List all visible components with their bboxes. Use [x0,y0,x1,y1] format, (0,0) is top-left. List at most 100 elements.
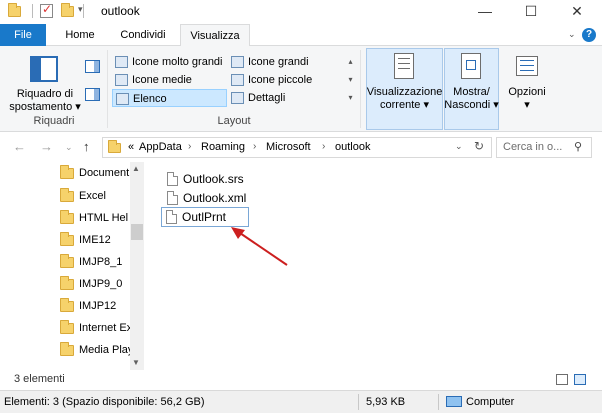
search-input[interactable]: Cerca in o... ⚲ [496,137,592,158]
file-name-edit[interactable]: OutlPrnt [182,210,226,224]
navigation-pane[interactable]: Document Excel HTML Hel IME12 IMJP8_1 IM… [0,162,145,370]
layout-large-icons[interactable]: Icone grandi [228,53,344,71]
file-icon [167,172,178,186]
tab-view[interactable]: Visualizza [180,24,250,47]
breadcrumb-overflow[interactable]: « [128,141,134,153]
details-bar: Elementi: 3 (Spazio disponibile: 56,2 GB… [0,390,602,413]
customize-toolbar-icon[interactable]: ▾ [78,4,83,15]
forward-icon[interactable]: → [40,139,53,154]
nav-item-label: HTML Hel [79,212,129,224]
folder-icon [60,210,74,224]
layout-scroll[interactable]: ▴ ▾ ▾ [345,53,356,107]
show-hide-label-2: Nascondi [444,99,491,111]
options-button[interactable]: Opzioni ▾ [503,86,551,112]
file-name: Outlook.xml [183,191,247,205]
file-icon [166,210,177,224]
details-icon [231,92,244,104]
file-item-outlook-xml[interactable]: Outlook.xml [165,189,255,208]
show-hide-label-1: Mostra/ [453,86,490,98]
tab-share[interactable]: Condividi [108,24,178,46]
help-icon[interactable]: ? [582,28,596,42]
nav-item-ime12[interactable]: IME12 [60,230,130,252]
breadcrumb-roaming[interactable]: Roaming [201,141,245,153]
medium-icons-icon [115,74,128,86]
properties-icon[interactable]: ✓ [40,2,53,18]
navigation-pane-icon[interactable] [30,56,58,82]
nav-item-label: IME12 [79,234,111,246]
search-icon[interactable]: ⚲ [574,140,582,153]
file-list[interactable]: Outlook.srs Outlook.xml OutlPrnt [145,162,602,370]
address-row: ← → ⌄ ↑ « AppData › Roaming › Microsoft … [0,132,602,162]
layout-medium-icons[interactable]: Icone medie [112,71,228,89]
item-count: 3 elementi [14,373,65,385]
nav-item-label: IMJP8_1 [79,256,123,268]
tab-file[interactable]: File [0,24,46,46]
back-icon[interactable]: ← [13,139,26,154]
separator [32,4,33,18]
nav-item-imjp9[interactable]: IMJP9_0 [60,274,130,296]
breadcrumb-microsoft[interactable]: Microsoft [266,141,311,153]
selection-details: Elementi: 3 (Spazio disponibile: 56,2 GB… [4,396,205,408]
ribbon: Riquadro di spostamento ▾ Riquadri Icone… [0,46,602,132]
address-bar[interactable]: « AppData › Roaming › Microsoft › outloo… [102,137,492,158]
ribbon-tabs: File Home Condividi Visualizza ⌄ ? [0,24,602,47]
preview-pane-icon[interactable] [85,60,100,73]
chevron-right-icon[interactable]: › [253,141,256,152]
layout-extra-large-icons[interactable]: Icone molto grandi [112,53,228,71]
nav-item-imjp8[interactable]: IMJP8_1 [60,252,130,274]
nav-item-media-player[interactable]: Media Play [60,340,131,362]
nav-pane-button[interactable]: spostamento ▾ [8,101,82,114]
folder-icon [8,3,21,17]
minimize-button[interactable]: — [462,0,508,22]
scroll-thumb[interactable] [131,224,143,240]
small-icons-icon [231,74,244,86]
new-folder-icon[interactable] [61,3,74,17]
layout-item-label: Elenco [133,93,167,105]
chevron-down-icon[interactable]: ⌄ [455,141,463,152]
nav-item-excel[interactable]: Excel [60,186,130,208]
details-view-icon[interactable] [556,374,568,385]
tab-home[interactable]: Home [54,24,106,46]
folder-icon [60,188,74,202]
nav-pane-label-1[interactable]: Riquadro di [8,88,82,101]
show-hide-label-2-wrap: Nascondi ▾ [444,99,499,111]
expand-ribbon-icon[interactable]: ⌄ [568,29,576,40]
nav-item-imjp12[interactable]: IMJP12 [60,296,130,318]
options-label: Opzioni [508,86,546,98]
chevron-right-icon[interactable]: › [322,141,325,152]
file-name: Outlook.srs [183,172,244,186]
group-label-panes: Riquadri [33,115,75,127]
chevron-right-icon[interactable]: › [188,141,191,152]
scroll-down-icon[interactable]: ▼ [132,358,140,367]
breadcrumb-outlook[interactable]: outlook [335,141,370,153]
status-bar: 3 elementi [0,370,602,390]
layout-list[interactable]: Elenco [112,89,227,107]
scroll-up-icon[interactable]: ▲ [132,164,140,173]
file-item-outlook-srs[interactable]: Outlook.srs [165,170,255,189]
nav-item-html-help[interactable]: HTML Hel [60,208,130,230]
separator [360,50,361,128]
refresh-icon[interactable]: ↻ [474,139,484,153]
nav-item-label: Excel [79,190,106,202]
nav-item-internet-explorer[interactable]: Internet Ex [60,318,131,340]
details-pane-icon[interactable] [85,88,100,101]
search-placeholder: Cerca in o... [503,141,563,153]
current-view-label-1: Visualizzazione [366,86,443,98]
up-icon[interactable]: ↑ [83,139,90,154]
folder-icon [60,254,74,268]
nav-item-document[interactable]: Document [60,163,130,185]
annotation-arrow-line [236,230,288,266]
maximize-button[interactable]: ☐ [508,0,554,22]
close-button[interactable]: ✕ [554,0,600,22]
breadcrumb-appdata[interactable]: AppData [139,141,182,153]
large-icons-view-icon[interactable] [574,374,586,385]
layout-small-icons[interactable]: Icone piccole [228,71,344,89]
recent-locations-icon[interactable]: ⌄ [65,142,73,153]
options-icon[interactable] [516,56,538,76]
group-label-layout: Layout [217,115,251,127]
title-bar: ✓ ▾ outlook — ☐ ✕ [0,0,602,24]
computer-icon [446,396,462,407]
layout-details[interactable]: Dettagli [228,89,344,107]
nav-scrollbar[interactable]: ▲ ▼ [130,162,144,370]
folder-icon [60,165,74,179]
